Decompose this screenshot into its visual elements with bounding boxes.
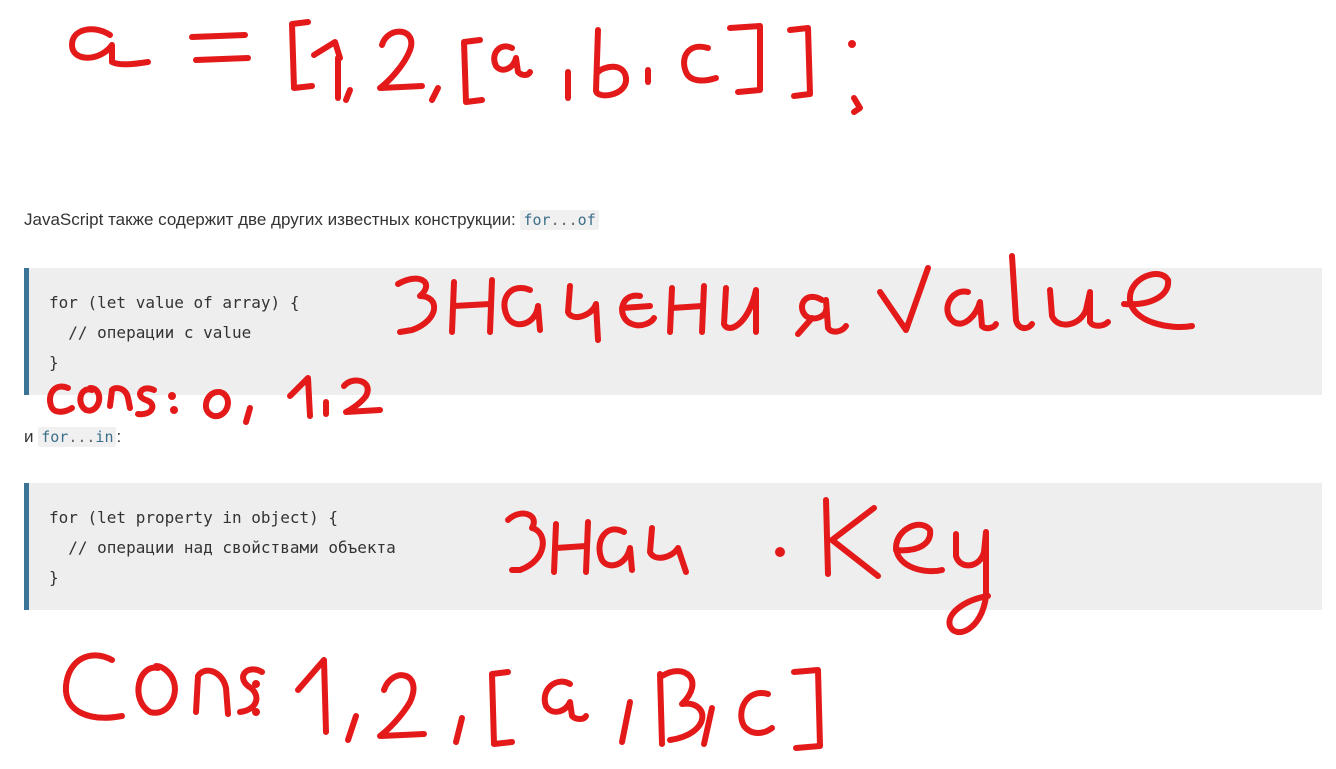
code-line: } xyxy=(49,353,59,372)
handwriting-top-line xyxy=(69,19,863,115)
inline-code-for-in: for...in xyxy=(38,427,117,447)
code-keyword-in: in xyxy=(95,428,114,446)
inline-code-for-of: for...of xyxy=(520,210,599,230)
code-keyword-of: of xyxy=(577,211,596,229)
code-line: // операции с value xyxy=(49,323,252,342)
code-line: // операции над свойствами объекта xyxy=(49,538,396,557)
paragraph-suffix: : xyxy=(116,427,122,446)
code-line: for (let property in object) { xyxy=(49,508,338,527)
code-line: } xyxy=(49,568,59,587)
paragraph-text: JavaScript также содержит две других изв… xyxy=(24,210,521,229)
code-keyword-for: for xyxy=(523,211,551,229)
paragraph-for-of: JavaScript также содержит две других изв… xyxy=(24,208,599,232)
handwriting-cons-2 xyxy=(62,652,823,751)
code-keyword-for: for xyxy=(41,428,69,446)
code-block-for-of: for (let value of array) { // операции с… xyxy=(24,268,1322,395)
paragraph-prefix: и xyxy=(24,427,39,446)
code-block-for-in: for (let property in object) { // операц… xyxy=(24,483,1322,610)
code-line: for (let value of array) { xyxy=(49,293,300,312)
code-ellipsis: ... xyxy=(550,211,578,229)
code-ellipsis: ... xyxy=(68,428,96,446)
paragraph-for-in: и for...in: xyxy=(24,425,121,449)
